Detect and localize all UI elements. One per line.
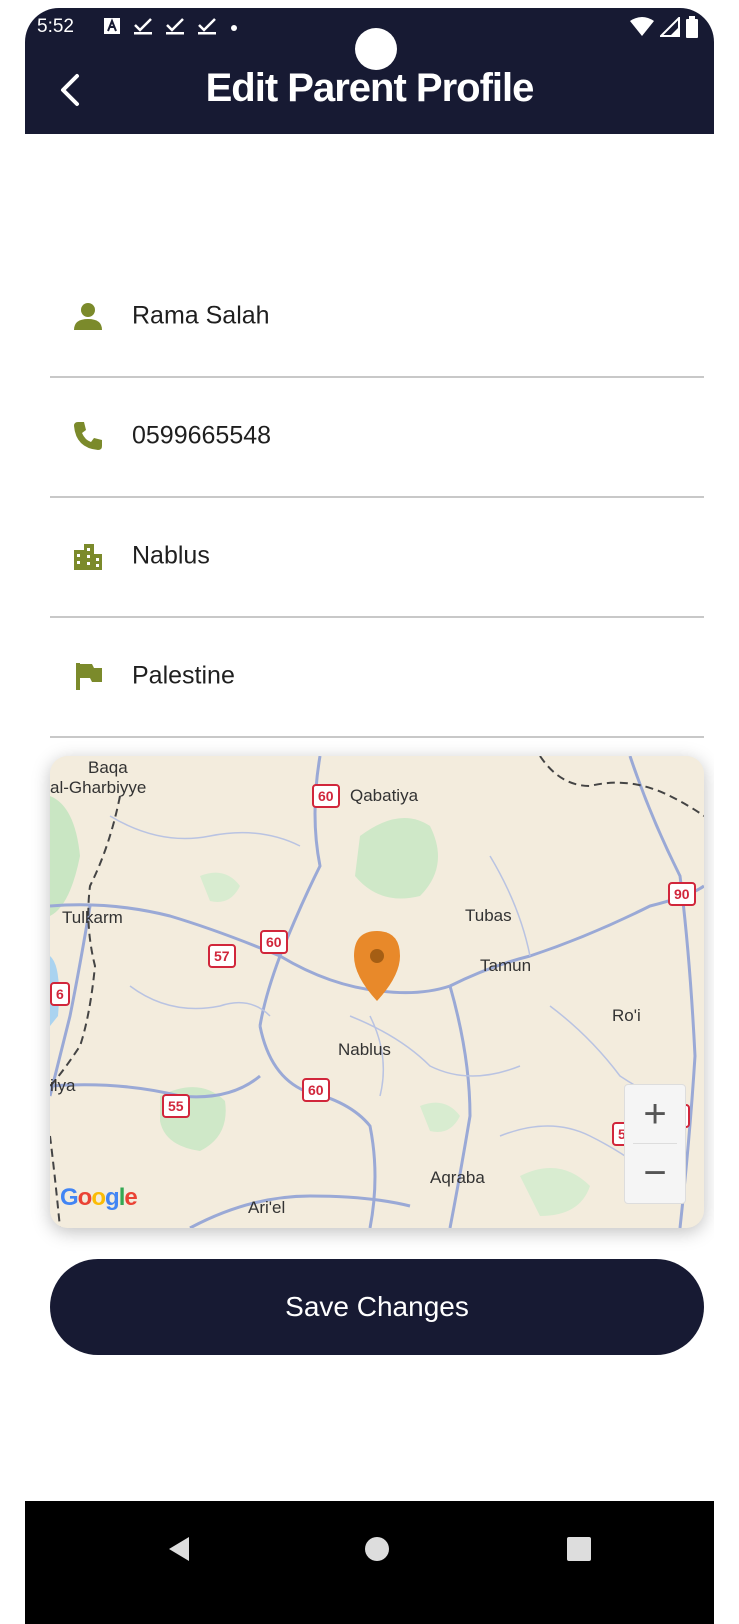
signal-icon [660,17,680,37]
download-done-icon [198,18,216,35]
map-label-qabatiya: Qabatiya [350,786,419,805]
circle-home-icon [365,1537,389,1561]
city-value: Nablus [132,541,210,570]
page-title: Edit Parent Profile [205,66,535,110]
map-label-tubas: Tubas [465,906,512,925]
google-letter: g [105,1184,120,1211]
location-map[interactable]: Baqa al-Gharbiyye 60 Qabatiya Tulkarm Tu… [50,756,704,1228]
map-background [50,756,704,1228]
zoom-out-button[interactable]: − [625,1144,685,1202]
road-shield-6: 6 [50,982,70,1006]
notification-a-icon [104,18,120,34]
country-value: Palestine [132,661,235,690]
zoom-in-button[interactable]: + [625,1085,685,1143]
map-label-ilya: ilya [50,1076,76,1095]
google-logo: Google [60,1184,138,1212]
flag-icon [76,663,102,690]
camera-cutout [355,28,397,70]
nav-home-button[interactable] [357,1529,397,1569]
name-field[interactable]: Rama Salah [50,256,704,378]
road-shield-90: 90 [668,882,696,906]
map-label-nablus: Nablus [338,1040,391,1059]
triangle-back-icon [169,1537,189,1561]
battery-icon [686,16,698,38]
dot-icon [231,25,237,31]
download-done-icon [134,18,152,35]
google-letter: o [77,1184,93,1211]
map-label-roi: Ro'i [612,1006,641,1025]
google-letter: o [91,1184,106,1211]
road-shield-60c: 60 [302,1078,330,1102]
map-label-baqa: Baqa [88,758,128,777]
nav-recents-button[interactable] [559,1529,599,1569]
map-label-tulkarm: Tulkarm [62,908,123,927]
road-shield-55: 55 [162,1094,190,1118]
person-icon [74,303,102,330]
system-nav-bar [25,1501,714,1624]
app-header: 5:52 Edit Parent Profile [25,8,714,134]
notification-icons [103,17,239,35]
city-field[interactable]: Nablus [50,496,704,618]
phone-screen: 5:52 Edit Parent Profile Rama Salah 0599… [25,8,714,1624]
city-icon [74,544,102,570]
save-changes-button[interactable]: Save Changes [50,1259,704,1355]
road-shield-57: 57 [208,944,236,968]
map-label-gharbiyye: al-Gharbiyye [50,778,147,797]
status-time: 5:52 [37,16,74,37]
road-shield-60b: 60 [260,930,288,954]
download-done-icon [166,18,184,35]
wifi-icon [630,17,654,36]
google-letter: G [60,1184,79,1211]
road-shield-60: 60 [312,784,340,808]
country-field[interactable]: Palestine [50,616,704,738]
phone-value: 0599665548 [132,421,272,450]
map-label-aqraba: Aqraba [430,1168,485,1187]
name-value: Rama Salah [132,301,270,330]
square-recents-icon [567,1537,591,1561]
map-label-ariel: Ari'el [248,1198,286,1217]
zoom-controls: + − [624,1084,686,1204]
nav-back-button[interactable] [159,1529,199,1569]
google-letter: e [124,1184,137,1211]
map-label-tamun: Tamun [480,956,532,975]
phone-icon [74,422,102,450]
phone-field[interactable]: 0599665548 [50,376,704,498]
system-icons [630,16,698,38]
